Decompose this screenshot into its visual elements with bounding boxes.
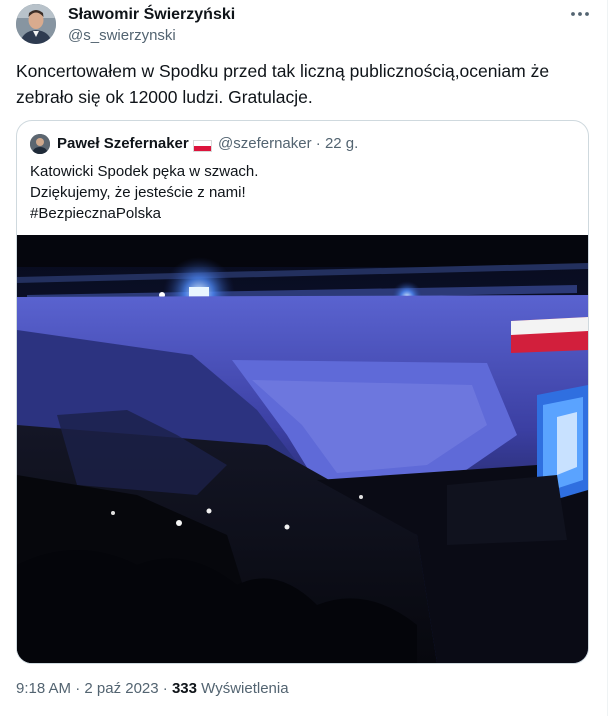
tweet-time[interactable]: 9:18 AM bbox=[16, 680, 71, 697]
quoted-tweet[interactable]: Paweł Szefernaker @szefernaker · 22 g. K… bbox=[16, 120, 589, 664]
tweet-text-line: zebrało się ok 12000 ludzi. Gratulacje. bbox=[16, 87, 313, 107]
tweet-text-line: Koncertowałem w Spodku przed tak liczną … bbox=[16, 61, 550, 81]
poland-flag-icon bbox=[193, 140, 212, 152]
quoted-tweet-text: Katowicki Spodek pęka w szwach. Dziękuje… bbox=[30, 161, 258, 224]
author-handle[interactable]: @s_swierzynski bbox=[68, 27, 176, 44]
quoted-author-avatar[interactable] bbox=[30, 134, 50, 154]
tweet-date[interactable]: 2 paź 2023 bbox=[84, 680, 158, 697]
tweet-detail: Sławomir Świerzyński @s_swierzynski Konc… bbox=[0, 0, 608, 716]
quoted-hashtag[interactable]: #BezpiecznaPolska bbox=[30, 203, 258, 224]
quoted-author-name[interactable]: Paweł Szefernaker bbox=[57, 135, 189, 152]
meta-separator: · bbox=[162, 680, 168, 697]
quoted-author-handle[interactable]: @szefernaker bbox=[218, 135, 312, 152]
more-dots-icon[interactable] bbox=[568, 2, 592, 26]
tweet-meta: 9:18 AM · 2 paź 2023 · 333 Wyświetlenia bbox=[16, 680, 289, 697]
view-count: 333 bbox=[171, 680, 197, 697]
tweet-text: Koncertowałem w Spodku przed tak liczną … bbox=[16, 58, 588, 110]
quoted-author-handle-and-age[interactable]: @szefernaker · 22 g. bbox=[218, 135, 358, 152]
author-display-name[interactable]: Sławomir Świerzyński bbox=[68, 6, 235, 24]
quoted-tweet-age[interactable]: · 22 g. bbox=[316, 135, 359, 152]
arena-crowd-photo[interactable] bbox=[17, 235, 588, 663]
quoted-text-line: Dziękujemy, że jesteście z nami! bbox=[30, 184, 246, 201]
quoted-text-line: Katowicki Spodek pęka w szwach. bbox=[30, 163, 259, 180]
meta-separator: · bbox=[75, 680, 81, 697]
views-label: Wyświetlenia bbox=[201, 680, 289, 697]
author-avatar[interactable] bbox=[16, 4, 56, 44]
